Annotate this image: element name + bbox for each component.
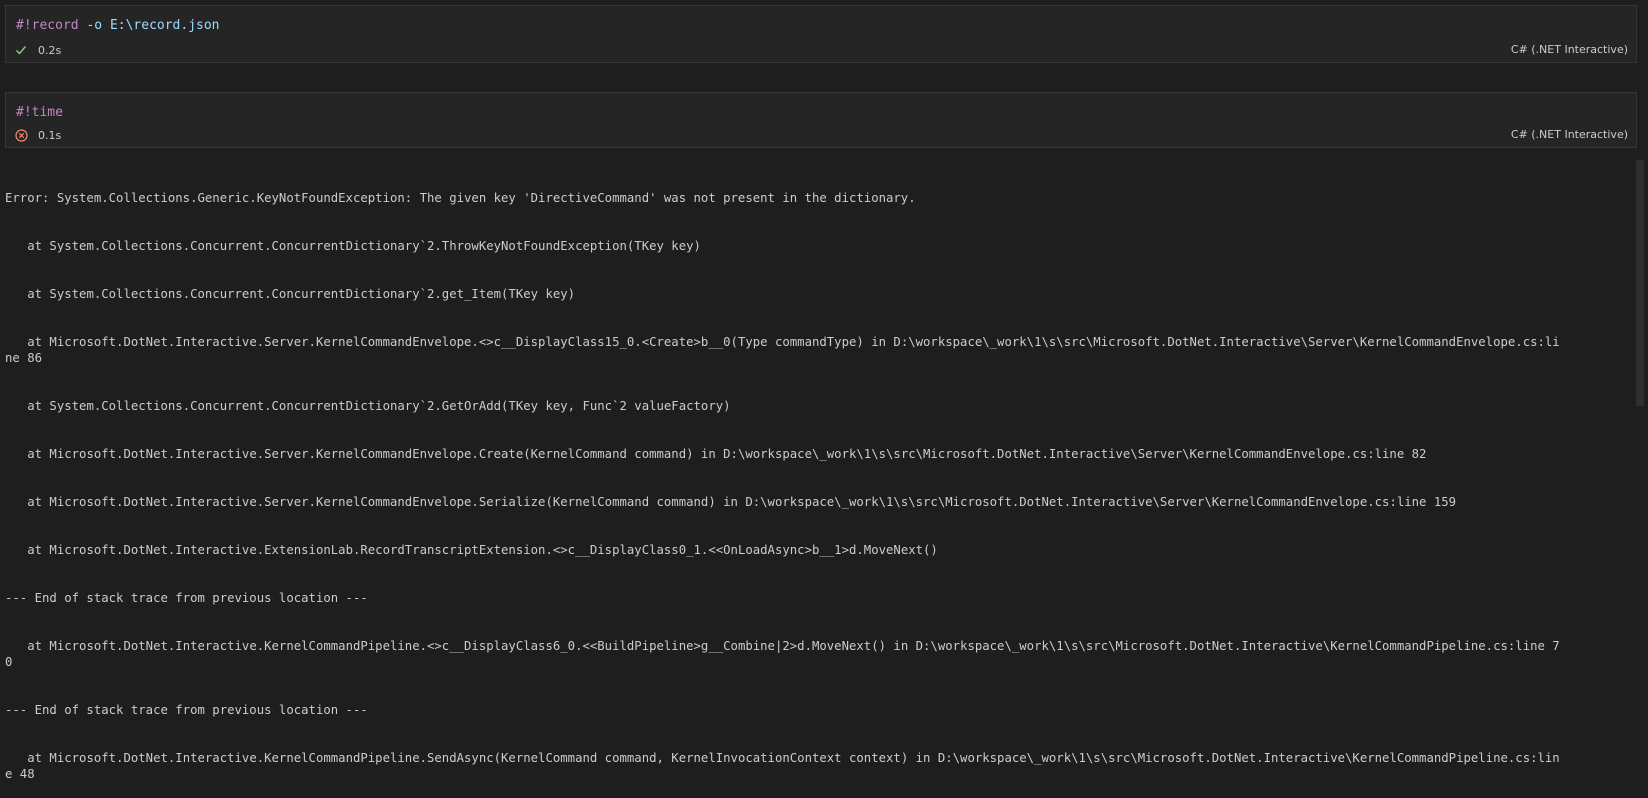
- code-editor[interactable]: #!time: [16, 105, 63, 120]
- kernel-language-label[interactable]: C# (.NET Interactive): [1511, 43, 1628, 56]
- cell-output-error: Error: System.Collections.Generic.KeyNot…: [5, 158, 1565, 798]
- code-cell-time[interactable]: #!time 0.1s C# (.NET Interactive): [5, 92, 1637, 148]
- output-line: at System.Collections.Concurrent.Concurr…: [5, 287, 576, 301]
- execution-duration: 0.2s: [38, 43, 62, 57]
- output-line: --- End of stack trace from previous loc…: [5, 703, 368, 717]
- output-line: at Microsoft.DotNet.Interactive.Extensio…: [5, 543, 938, 557]
- error-circle-icon: [14, 128, 28, 142]
- output-line: at Microsoft.DotNet.Interactive.Server.K…: [5, 335, 1560, 365]
- code-cell-record[interactable]: #!record -o E:\record.json 0.2s C# (.NET…: [5, 5, 1637, 63]
- magic-command-option: -o: [86, 18, 103, 33]
- code-editor[interactable]: #!record -o E:\record.json: [16, 18, 220, 33]
- output-line: at Microsoft.DotNet.Interactive.KernelCo…: [5, 751, 1560, 781]
- cell-status: 0.1s: [14, 128, 61, 142]
- execution-duration: 0.1s: [38, 128, 62, 142]
- magic-command-keyword: #!record: [16, 18, 79, 33]
- output-line: at Microsoft.DotNet.Interactive.Server.K…: [5, 447, 1427, 461]
- output-line: --- End of stack trace from previous loc…: [5, 591, 368, 605]
- check-icon: [14, 43, 28, 57]
- output-scrollbar[interactable]: [1636, 160, 1644, 406]
- output-line: at Microsoft.DotNet.Interactive.Server.K…: [5, 495, 1457, 509]
- magic-command-argument: E:\record.json: [109, 18, 220, 33]
- output-line: at System.Collections.Concurrent.Concurr…: [5, 399, 731, 413]
- output-line: at Microsoft.DotNet.Interactive.KernelCo…: [5, 639, 1560, 669]
- cell-status: 0.2s: [14, 43, 61, 57]
- magic-command-keyword: #!time: [16, 105, 63, 120]
- output-line: at System.Collections.Concurrent.Concurr…: [5, 239, 701, 253]
- output-line: Error: System.Collections.Generic.KeyNot…: [5, 191, 916, 205]
- kernel-language-label[interactable]: C# (.NET Interactive): [1511, 128, 1628, 141]
